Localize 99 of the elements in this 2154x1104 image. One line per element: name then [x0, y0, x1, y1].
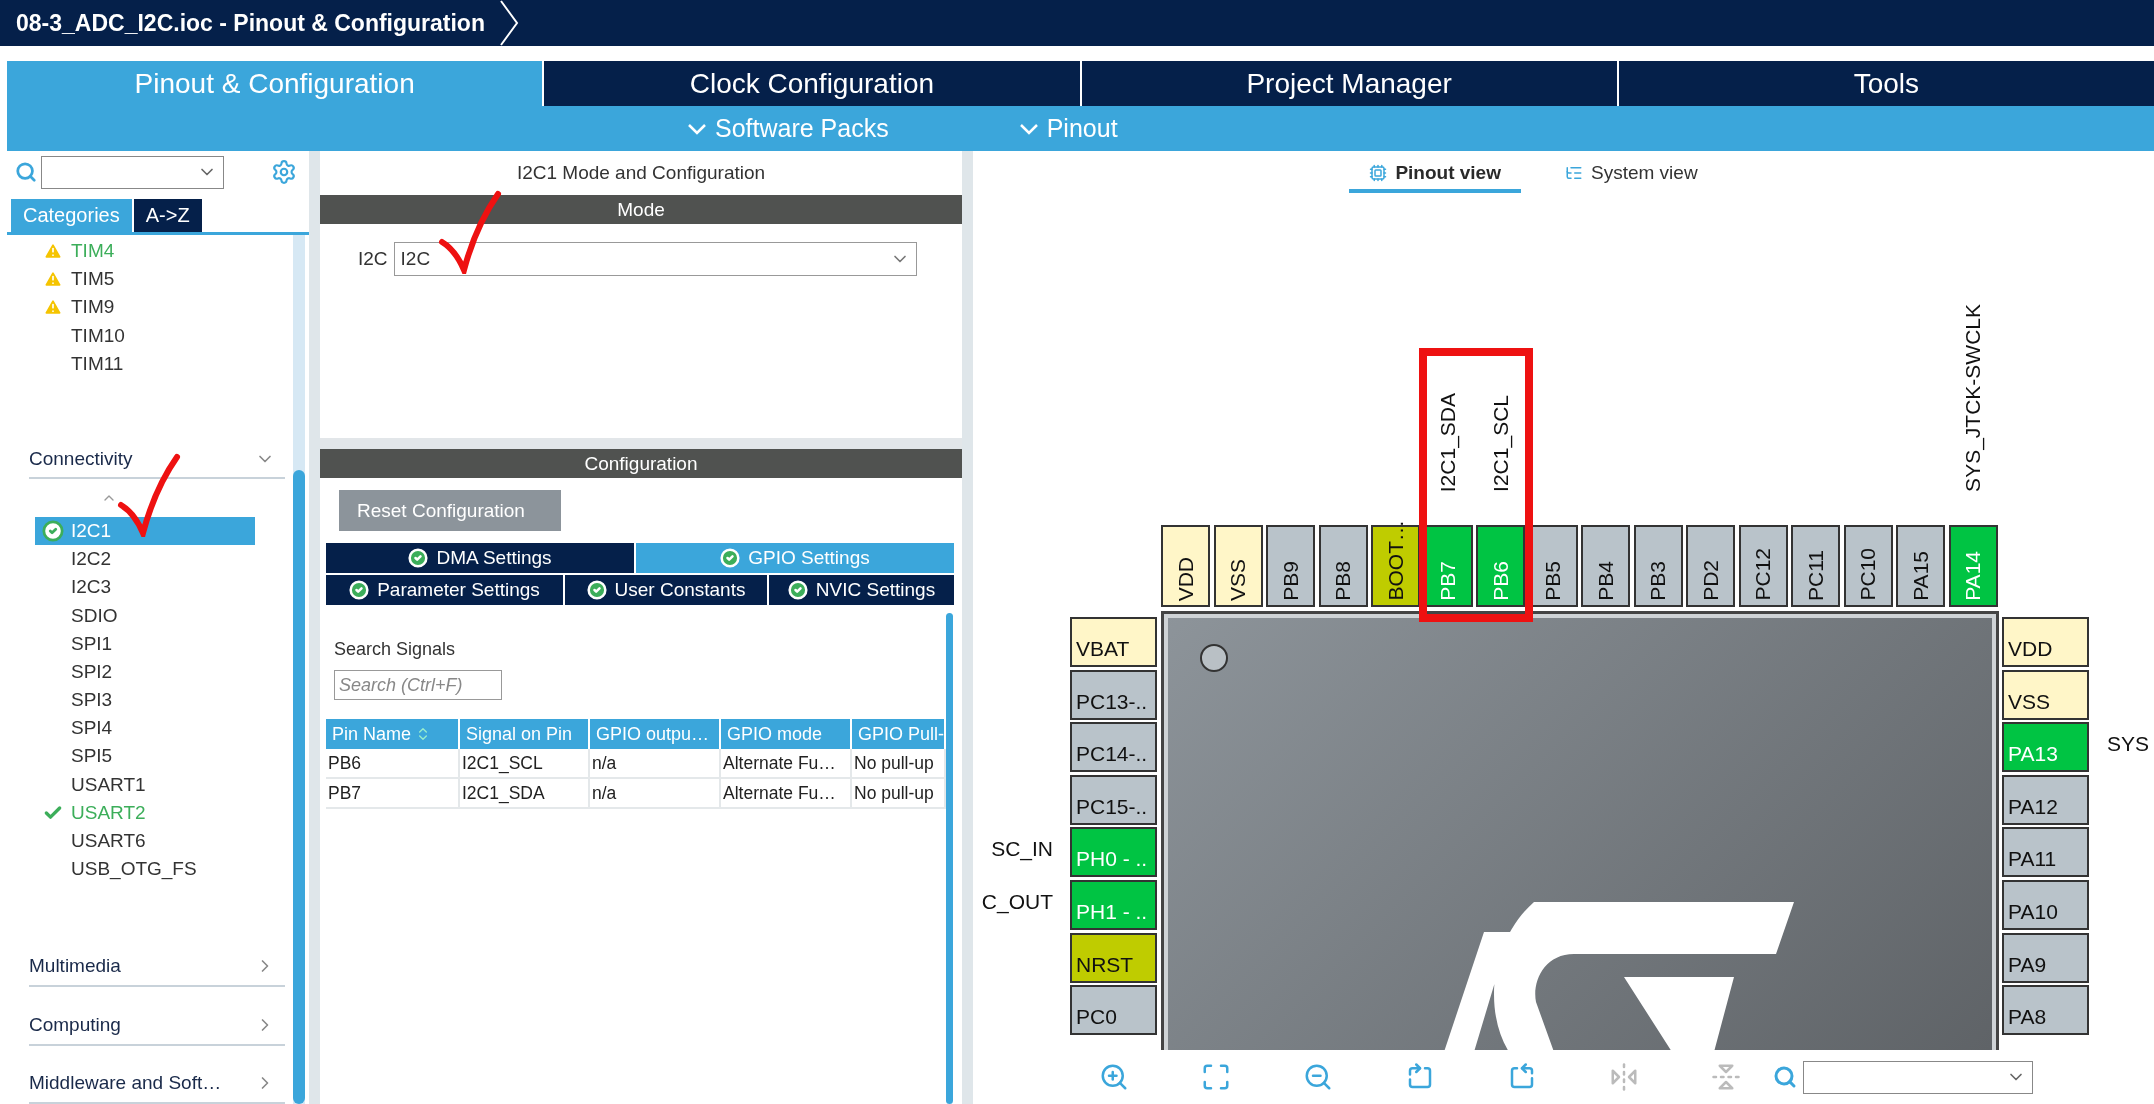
sidebar-item[interactable]: TIM10 — [35, 321, 255, 350]
chevron-down-icon — [1018, 122, 1039, 135]
chip-pin[interactable]: PC0 — [1070, 985, 1157, 1036]
signal-label: SC_IN — [991, 837, 1053, 862]
sidebar-item[interactable]: USART6 — [35, 826, 255, 856]
table-cell: n/a — [590, 749, 721, 779]
panel-title: I2C1 Mode and Configuration — [320, 151, 962, 195]
chip-pin[interactable]: PB9 — [1266, 525, 1315, 607]
search-label: Search Signals — [334, 639, 457, 660]
category-header[interactable]: Middleware and Soft… — [29, 1064, 285, 1104]
chip-icon — [1369, 164, 1388, 182]
sidebar-item[interactable]: SPI4 — [35, 714, 255, 743]
zoom-in-icon[interactable] — [1099, 1062, 1129, 1092]
chip-pin[interactable]: PC13-.. — [1070, 669, 1157, 720]
chip-pin[interactable]: PB3 — [1633, 525, 1683, 607]
settings-tab[interactable]: Parameter Settings — [326, 575, 563, 605]
check-circle-icon — [586, 580, 607, 600]
sidebar-item[interactable]: TIM9 — [35, 293, 255, 322]
sidebar-item[interactable]: SDIO — [35, 601, 255, 630]
chip-pin[interactable]: PC15-.. — [1070, 774, 1157, 825]
scrollbar[interactable] — [946, 613, 953, 1104]
section-header: Configuration — [320, 449, 962, 478]
main-tab[interactable]: Project Manager — [1081, 61, 1617, 106]
settings-icon[interactable] — [271, 159, 297, 185]
sidebar-item[interactable]: I2C3 — [35, 573, 255, 602]
settings-tab[interactable]: NVIC Settings — [769, 575, 954, 605]
check-circle-icon — [787, 580, 808, 600]
signal-label: SYS — [2107, 732, 2150, 757]
signal-label: I2C1_SCL — [1488, 395, 1513, 492]
signal-label: C_OUT — [981, 890, 1053, 914]
signal-label: SYS_JTCK-SWCLK — [1961, 304, 1985, 492]
table-cell: PB6 — [326, 749, 460, 779]
search-icon[interactable] — [1773, 1065, 1797, 1089]
settings-tab[interactable]: User Constants — [565, 575, 767, 605]
table-cell: Alternate Fu… — [721, 779, 852, 809]
sidebar-item[interactable]: TIM5 — [35, 265, 255, 294]
sidebar-item[interactable]: USB_OTG_FS — [35, 855, 255, 884]
chip-pin[interactable]: PA8 — [2002, 985, 2089, 1036]
chip-pin[interactable]: PA12 — [2002, 774, 2089, 825]
signal-label: I2C1_SDA — [1436, 392, 1460, 492]
table-cell: I2C1_SDA — [460, 779, 590, 809]
chip-pin[interactable]: PC14-.. — [1070, 722, 1157, 773]
field-label: I2C — [358, 247, 388, 271]
chip-pin[interactable]: NRST — [1070, 932, 1157, 983]
chip-pin[interactable]: PA10 — [2002, 880, 2089, 930]
check-circle-icon — [349, 580, 370, 600]
chip-pin[interactable]: PB4 — [1581, 525, 1630, 607]
chip-pin[interactable]: VSS — [2002, 669, 2089, 720]
pin-one-dot — [1200, 644, 1228, 672]
main-tab[interactable]: Clock Configuration — [544, 61, 1080, 106]
table-cell: I2C1_SCL — [460, 749, 590, 779]
category-header[interactable]: Multimedia — [29, 947, 285, 988]
chip-pin[interactable]: PA11 — [2002, 827, 2089, 878]
chip-pin[interactable]: PC12 — [1738, 525, 1788, 607]
table-cell: n/a — [590, 779, 721, 809]
chip-pin[interactable]: PA15 — [1896, 525, 1945, 607]
category-header[interactable]: Computing — [29, 1006, 285, 1046]
mode-dropdown[interactable]: I2C — [393, 242, 917, 276]
list-tree-icon — [1564, 164, 1583, 182]
search-dropdown[interactable] — [41, 155, 224, 189]
search-icon[interactable] — [15, 161, 37, 183]
chip-pin[interactable]: PC11 — [1791, 525, 1840, 607]
table-cell: PB7 — [326, 779, 460, 809]
sidebar-item[interactable]: SPI5 — [35, 742, 255, 771]
chip-pin[interactable]: VDD — [2002, 617, 2089, 667]
sidebar-item[interactable]: TIM11 — [35, 349, 255, 378]
chip-pin[interactable]: PB8 — [1318, 525, 1368, 607]
sidebar-item[interactable]: USART1 — [35, 770, 255, 799]
table-cell: Alternate Fu… — [721, 749, 852, 779]
flip-horizontal-icon[interactable] — [1609, 1062, 1639, 1092]
view-tab[interactable]: System view — [1544, 157, 1718, 193]
section-header: Mode — [320, 195, 962, 224]
zoom-out-icon[interactable] — [1303, 1062, 1333, 1092]
chip-pin[interactable]: VDD — [1161, 525, 1210, 607]
check-circle-icon — [42, 519, 64, 542]
chip-pin[interactable]: VBAT — [1070, 617, 1157, 667]
sidebar-item[interactable]: SPI1 — [35, 629, 255, 658]
window-title: 08-3_ADC_I2C.ioc - Pinout & Configuration — [16, 9, 485, 37]
settings-tab[interactable]: DMA Settings — [326, 543, 634, 573]
fit-icon[interactable] — [1201, 1062, 1231, 1092]
chevron-down-icon — [687, 122, 707, 135]
chevron-icon — [499, 0, 519, 46]
chip-pin[interactable]: PD2 — [1686, 525, 1735, 607]
sidebar-item[interactable]: SPI3 — [35, 685, 255, 715]
sidebar-item[interactable]: I2C2 — [35, 545, 255, 574]
chip-pin[interactable]: PA9 — [2002, 932, 2089, 983]
search-dropdown[interactable] — [1803, 1060, 2033, 1094]
chip-pin[interactable]: PC10 — [1843, 525, 1893, 607]
view-tab[interactable]: Pinout view — [1349, 157, 1521, 193]
check-circle-icon — [720, 548, 741, 568]
scrollbar[interactable] — [293, 235, 305, 1104]
main-tab[interactable]: Tools — [1618, 61, 2154, 106]
chip-pin[interactable]: VSS — [1213, 525, 1263, 607]
category-tab[interactable]: A->Z — [133, 199, 202, 232]
sidebar-item[interactable]: SPI2 — [35, 657, 255, 686]
search-field[interactable]: Search (Ctrl+F) — [334, 670, 502, 700]
flip-vertical-icon[interactable] — [1711, 1062, 1741, 1092]
check-circle-icon — [408, 548, 429, 568]
category-header[interactable]: Connectivity — [29, 439, 285, 480]
